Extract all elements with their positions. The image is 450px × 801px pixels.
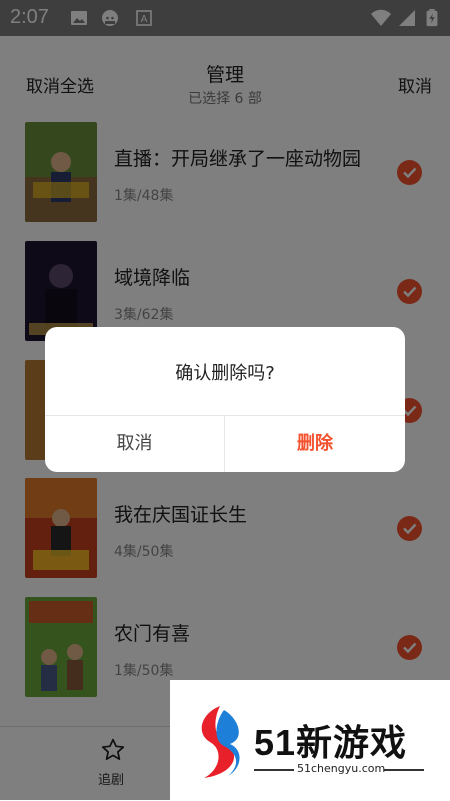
divider <box>384 769 424 771</box>
watermark-url: 51chengyu.com <box>297 762 386 775</box>
watermark-brand: 51新游戏 <box>254 722 408 763</box>
dialog-message: 确认删除吗? <box>175 363 275 384</box>
divider <box>254 769 294 771</box>
watermark-logo: 51新游戏 51chengyu.com <box>170 680 450 800</box>
cancel-button[interactable]: 取消 <box>45 416 224 472</box>
brand-logo-icon <box>201 706 240 778</box>
confirm-delete-dialog: 确认删除吗? 取消 删除 <box>45 327 405 472</box>
delete-button[interactable]: 删除 <box>225 416 405 472</box>
